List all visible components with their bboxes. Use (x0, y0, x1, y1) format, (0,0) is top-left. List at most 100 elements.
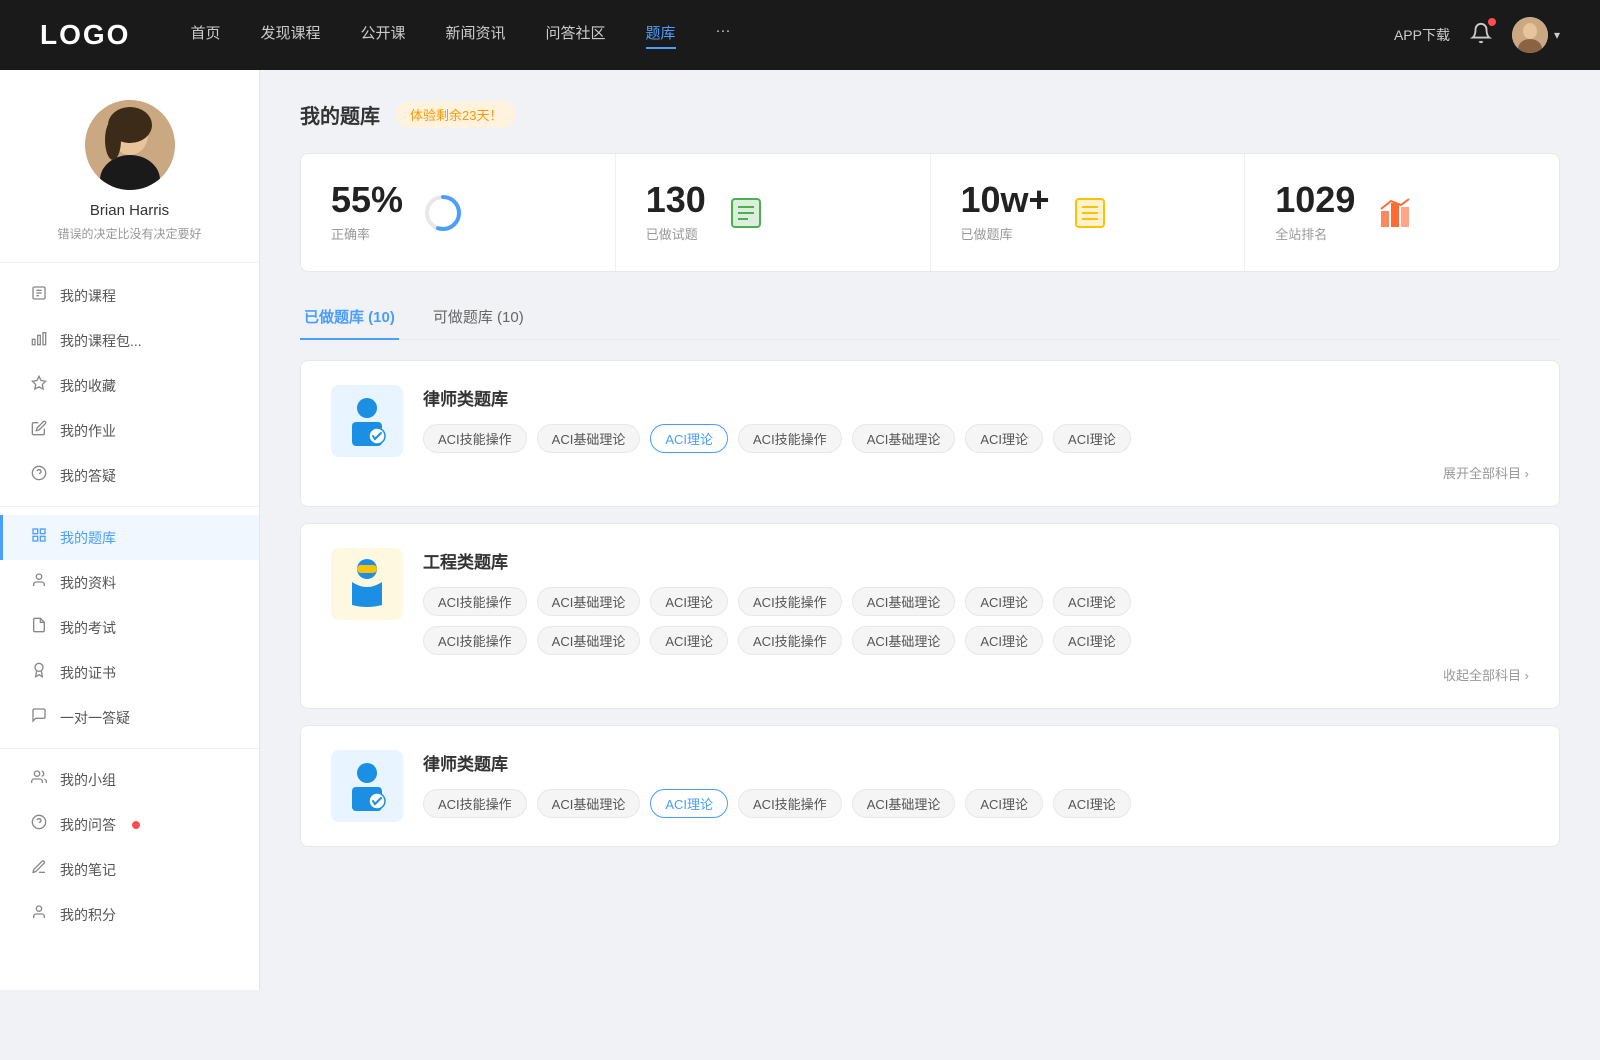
nav-more[interactable]: ··· (716, 22, 731, 49)
nav-discover[interactable]: 发现课程 (260, 22, 320, 49)
sidebar-item-profile[interactable]: 我的资料 (0, 560, 259, 605)
sidebar-label: 我的答疑 (60, 466, 116, 486)
tag[interactable]: ACI技能操作 (423, 424, 527, 453)
user-avatar-wrap[interactable]: ▾ (1512, 17, 1560, 53)
tab-done[interactable]: 已做题库 (10) (300, 296, 399, 339)
stat-accuracy: 55% 正确率 (301, 154, 616, 271)
sidebar-item-course-pkg[interactable]: 我的课程包... (0, 318, 259, 363)
tags-row-lawyer-2: ACI技能操作 ACI基础理论 ACI理论 ACI技能操作 ACI基础理论 AC… (423, 789, 1529, 818)
tab-todo[interactable]: 可做题库 (10) (429, 296, 528, 339)
tag[interactable]: ACI基础理论 (537, 587, 641, 616)
tags-row-lawyer-1: ACI技能操作 ACI基础理论 ACI理论 ACI技能操作 ACI基础理论 AC… (423, 424, 1529, 453)
stat-number-done: 130 已做试题 (646, 182, 706, 243)
tag[interactable]: ACI理论 (650, 626, 728, 655)
tag[interactable]: ACI理论 (965, 626, 1043, 655)
qbank-title-lawyer-1: 律师类题库 (423, 385, 1529, 410)
sidebar-item-favorites[interactable]: 我的收藏 (0, 363, 259, 408)
sidebar-label: 我的问答 (60, 815, 116, 835)
sidebar-item-group[interactable]: 我的小组 (0, 757, 259, 802)
tag[interactable]: ACI基础理论 (852, 424, 956, 453)
stat-number-accuracy: 55% 正确率 (331, 182, 403, 243)
sidebar-label: 我的资料 (60, 573, 116, 593)
tag[interactable]: ACI基础理论 (537, 789, 641, 818)
sidebar-item-homework[interactable]: 我的作业 (0, 408, 259, 453)
qbank-header-eng: 工程类题库 ACI技能操作 ACI基础理论 ACI理论 ACI技能操作 ACI基… (331, 548, 1529, 684)
tag[interactable]: ACI理论 (1053, 789, 1131, 818)
ranking-chart-icon (1375, 193, 1415, 233)
qbank-body-lawyer-2: 律师类题库 ACI技能操作 ACI基础理论 ACI理论 ACI技能操作 ACI基… (423, 750, 1529, 818)
tag[interactable]: ACI理论 (1053, 424, 1131, 453)
tag[interactable]: ACI理论 (650, 587, 728, 616)
sidebar-item-my-qa[interactable]: 我的问答 (0, 802, 259, 847)
tag[interactable]: ACI技能操作 (423, 626, 527, 655)
tag-highlighted[interactable]: ACI理论 (650, 424, 728, 453)
nav-open-course[interactable]: 公开课 (360, 22, 405, 49)
expand-link-1[interactable]: 展开全部科目 › (423, 463, 1529, 482)
main-content: 我的题库 体验剩余23天！ 55% 正确率 130 (260, 70, 1600, 990)
stat-number-rank: 1029 全站排名 (1275, 182, 1355, 243)
help-icon (30, 465, 48, 486)
sidebar-item-exam[interactable]: 我的考试 (0, 605, 259, 650)
nav-home[interactable]: 首页 (190, 22, 220, 49)
tag[interactable]: ACI基础理论 (537, 424, 641, 453)
tag[interactable]: ACI基础理论 (852, 789, 956, 818)
question-bank-tabs: 已做题库 (10) 可做题库 (10) (300, 296, 1560, 340)
file-icon (30, 617, 48, 638)
qbank-title-engineer: 工程类题库 (423, 548, 1529, 573)
sidebar-label: 我的题库 (60, 528, 116, 548)
sidebar-item-my-course[interactable]: 我的课程 (0, 273, 259, 318)
tag[interactable]: ACI理论 (965, 789, 1043, 818)
notification-bell[interactable] (1470, 22, 1492, 49)
logo[interactable]: LOGO (40, 19, 130, 51)
tag-highlighted[interactable]: ACI理论 (650, 789, 728, 818)
unread-badge (132, 821, 140, 829)
points-icon (30, 904, 48, 925)
sidebar-item-qa-mine[interactable]: 我的答疑 (0, 453, 259, 498)
tags-row-eng-2: ACI技能操作 ACI基础理论 ACI理论 ACI技能操作 ACI基础理论 AC… (423, 626, 1529, 655)
sidebar-label: 我的课程 (60, 286, 116, 306)
tag[interactable]: ACI基础理论 (537, 626, 641, 655)
sidebar-item-points[interactable]: 我的积分 (0, 892, 259, 937)
sidebar-item-question-bank[interactable]: 我的题库 (0, 515, 259, 560)
tag[interactable]: ACI理论 (1053, 587, 1131, 616)
sidebar-label: 我的证书 (60, 663, 116, 683)
nav-question-bank[interactable]: 题库 (646, 22, 676, 49)
lawyer-icon-2 (331, 750, 403, 822)
sidebar-label: 我的积分 (60, 905, 116, 925)
tag[interactable]: ACI基础理论 (852, 587, 956, 616)
qbank-header: 律师类题库 ACI技能操作 ACI基础理论 ACI理论 ACI技能操作 ACI基… (331, 385, 1529, 482)
sidebar-item-one-on-one[interactable]: 一对一答疑 (0, 695, 259, 740)
tag[interactable]: ACI理论 (965, 424, 1043, 453)
tag[interactable]: ACI技能操作 (423, 587, 527, 616)
sidebar-label: 一对一答疑 (60, 708, 130, 728)
tag[interactable]: ACI技能操作 (738, 424, 842, 453)
sidebar-label: 我的小组 (60, 770, 116, 790)
tag[interactable]: ACI技能操作 (738, 587, 842, 616)
notification-badge (1488, 18, 1496, 26)
tag[interactable]: ACI理论 (965, 587, 1043, 616)
qbank-title-lawyer-2: 律师类题库 (423, 750, 1529, 775)
expand-link-2[interactable]: 收起全部科目 › (423, 665, 1529, 684)
sidebar-item-certificate[interactable]: 我的证书 (0, 650, 259, 695)
tag[interactable]: ACI技能操作 (738, 789, 842, 818)
profile-name: Brian Harris (20, 202, 239, 219)
progress-icon (423, 193, 463, 233)
sidebar-item-notes[interactable]: 我的笔记 (0, 847, 259, 892)
nav-news[interactable]: 新闻资讯 (446, 22, 506, 49)
avatar (1512, 17, 1548, 53)
divider (0, 748, 259, 749)
tag[interactable]: ACI理论 (1053, 626, 1131, 655)
stat-ranking: 1029 全站排名 (1245, 154, 1559, 271)
qbank-card-lawyer-2: 律师类题库 ACI技能操作 ACI基础理论 ACI理论 ACI技能操作 ACI基… (300, 725, 1560, 847)
user-icon (30, 572, 48, 593)
stat-done-questions: 130 已做试题 (616, 154, 931, 271)
app-download-button[interactable]: APP下载 (1394, 25, 1450, 45)
tag[interactable]: ACI技能操作 (738, 626, 842, 655)
tag[interactable]: ACI基础理论 (852, 626, 956, 655)
doc-icon (1070, 193, 1110, 233)
profile-section: Brian Harris 错误的决定比没有决定要好 (0, 100, 259, 263)
stat-done-banks: 10w+ 已做题库 (931, 154, 1246, 271)
nav-qa[interactable]: 问答社区 (546, 22, 606, 49)
qbank-card-engineer: 工程类题库 ACI技能操作 ACI基础理论 ACI理论 ACI技能操作 ACI基… (300, 523, 1560, 709)
tag[interactable]: ACI技能操作 (423, 789, 527, 818)
